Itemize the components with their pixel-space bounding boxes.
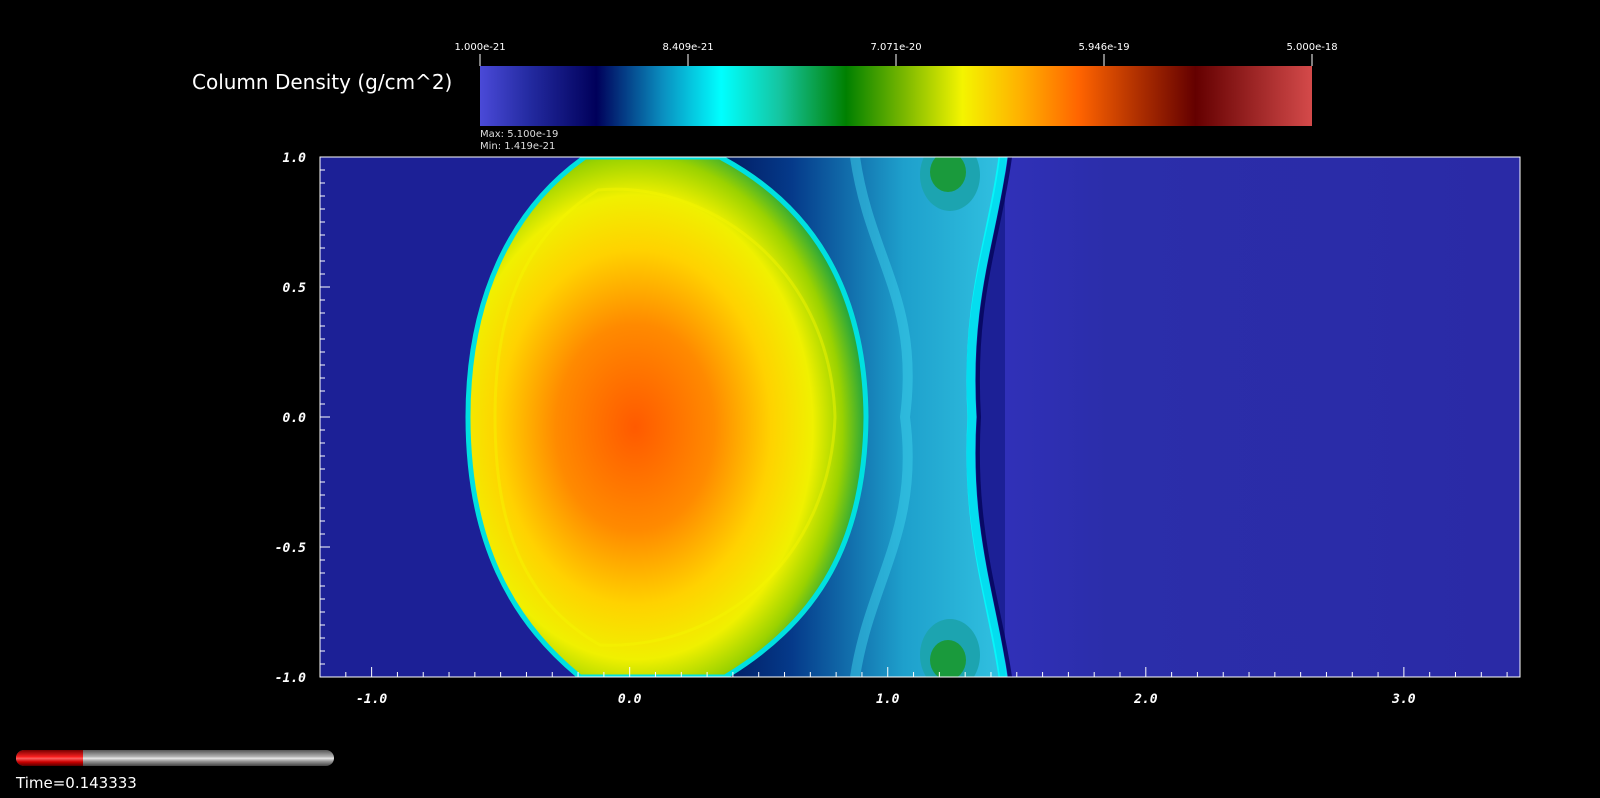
y-tick-label: 0.0	[283, 411, 307, 426]
x-tick-label: 0.0	[618, 692, 642, 707]
clump-bottom-core	[930, 640, 966, 677]
y-tick-label: 0.5	[283, 281, 307, 296]
colorbar-title: Column Density (g/cm^2)	[192, 70, 453, 94]
density-field	[320, 157, 1520, 677]
time-slider-progress[interactable]	[16, 750, 83, 766]
x-tick-label: 3.0	[1391, 692, 1416, 707]
dense-cloud	[465, 157, 869, 677]
time-slider[interactable]	[16, 750, 334, 766]
post-shock-region	[1005, 157, 1520, 677]
colorbar-ticks: 1.000e-21 8.409e-21 7.071e-20 5.946e-19 5.00…	[454, 42, 1338, 66]
y-tick-label: 1.0	[283, 151, 307, 166]
colorbar-tick-label: 5.946e-19	[1078, 42, 1129, 53]
colorbar-tick-label: 1.000e-21	[454, 42, 505, 53]
column-density-plot: 1.000e-21 8.409e-21 7.071e-20 5.946e-19 5.00…	[275, 42, 1521, 707]
x-tick-label: 1.0	[876, 692, 900, 707]
time-label: Time=0.143333	[16, 774, 137, 792]
colorbar-max-label: Max: 5.100e-19	[480, 129, 559, 140]
colorbar-tick-label: 8.409e-21	[662, 42, 713, 53]
y-tick-label: -1.0	[275, 671, 306, 686]
x-tick-label: -1.0	[356, 692, 387, 707]
x-tick-label: 2.0	[1133, 692, 1158, 707]
clump-top-core	[930, 157, 966, 192]
y-tick-label: -0.5	[275, 541, 306, 556]
colorbar-tick-label: 5.000e-18	[1286, 42, 1337, 53]
colorbar	[480, 66, 1312, 126]
colorbar-tick-label: 7.071e-20	[870, 42, 921, 53]
colorbar-min-label: Min: 1.419e-21	[480, 141, 556, 152]
